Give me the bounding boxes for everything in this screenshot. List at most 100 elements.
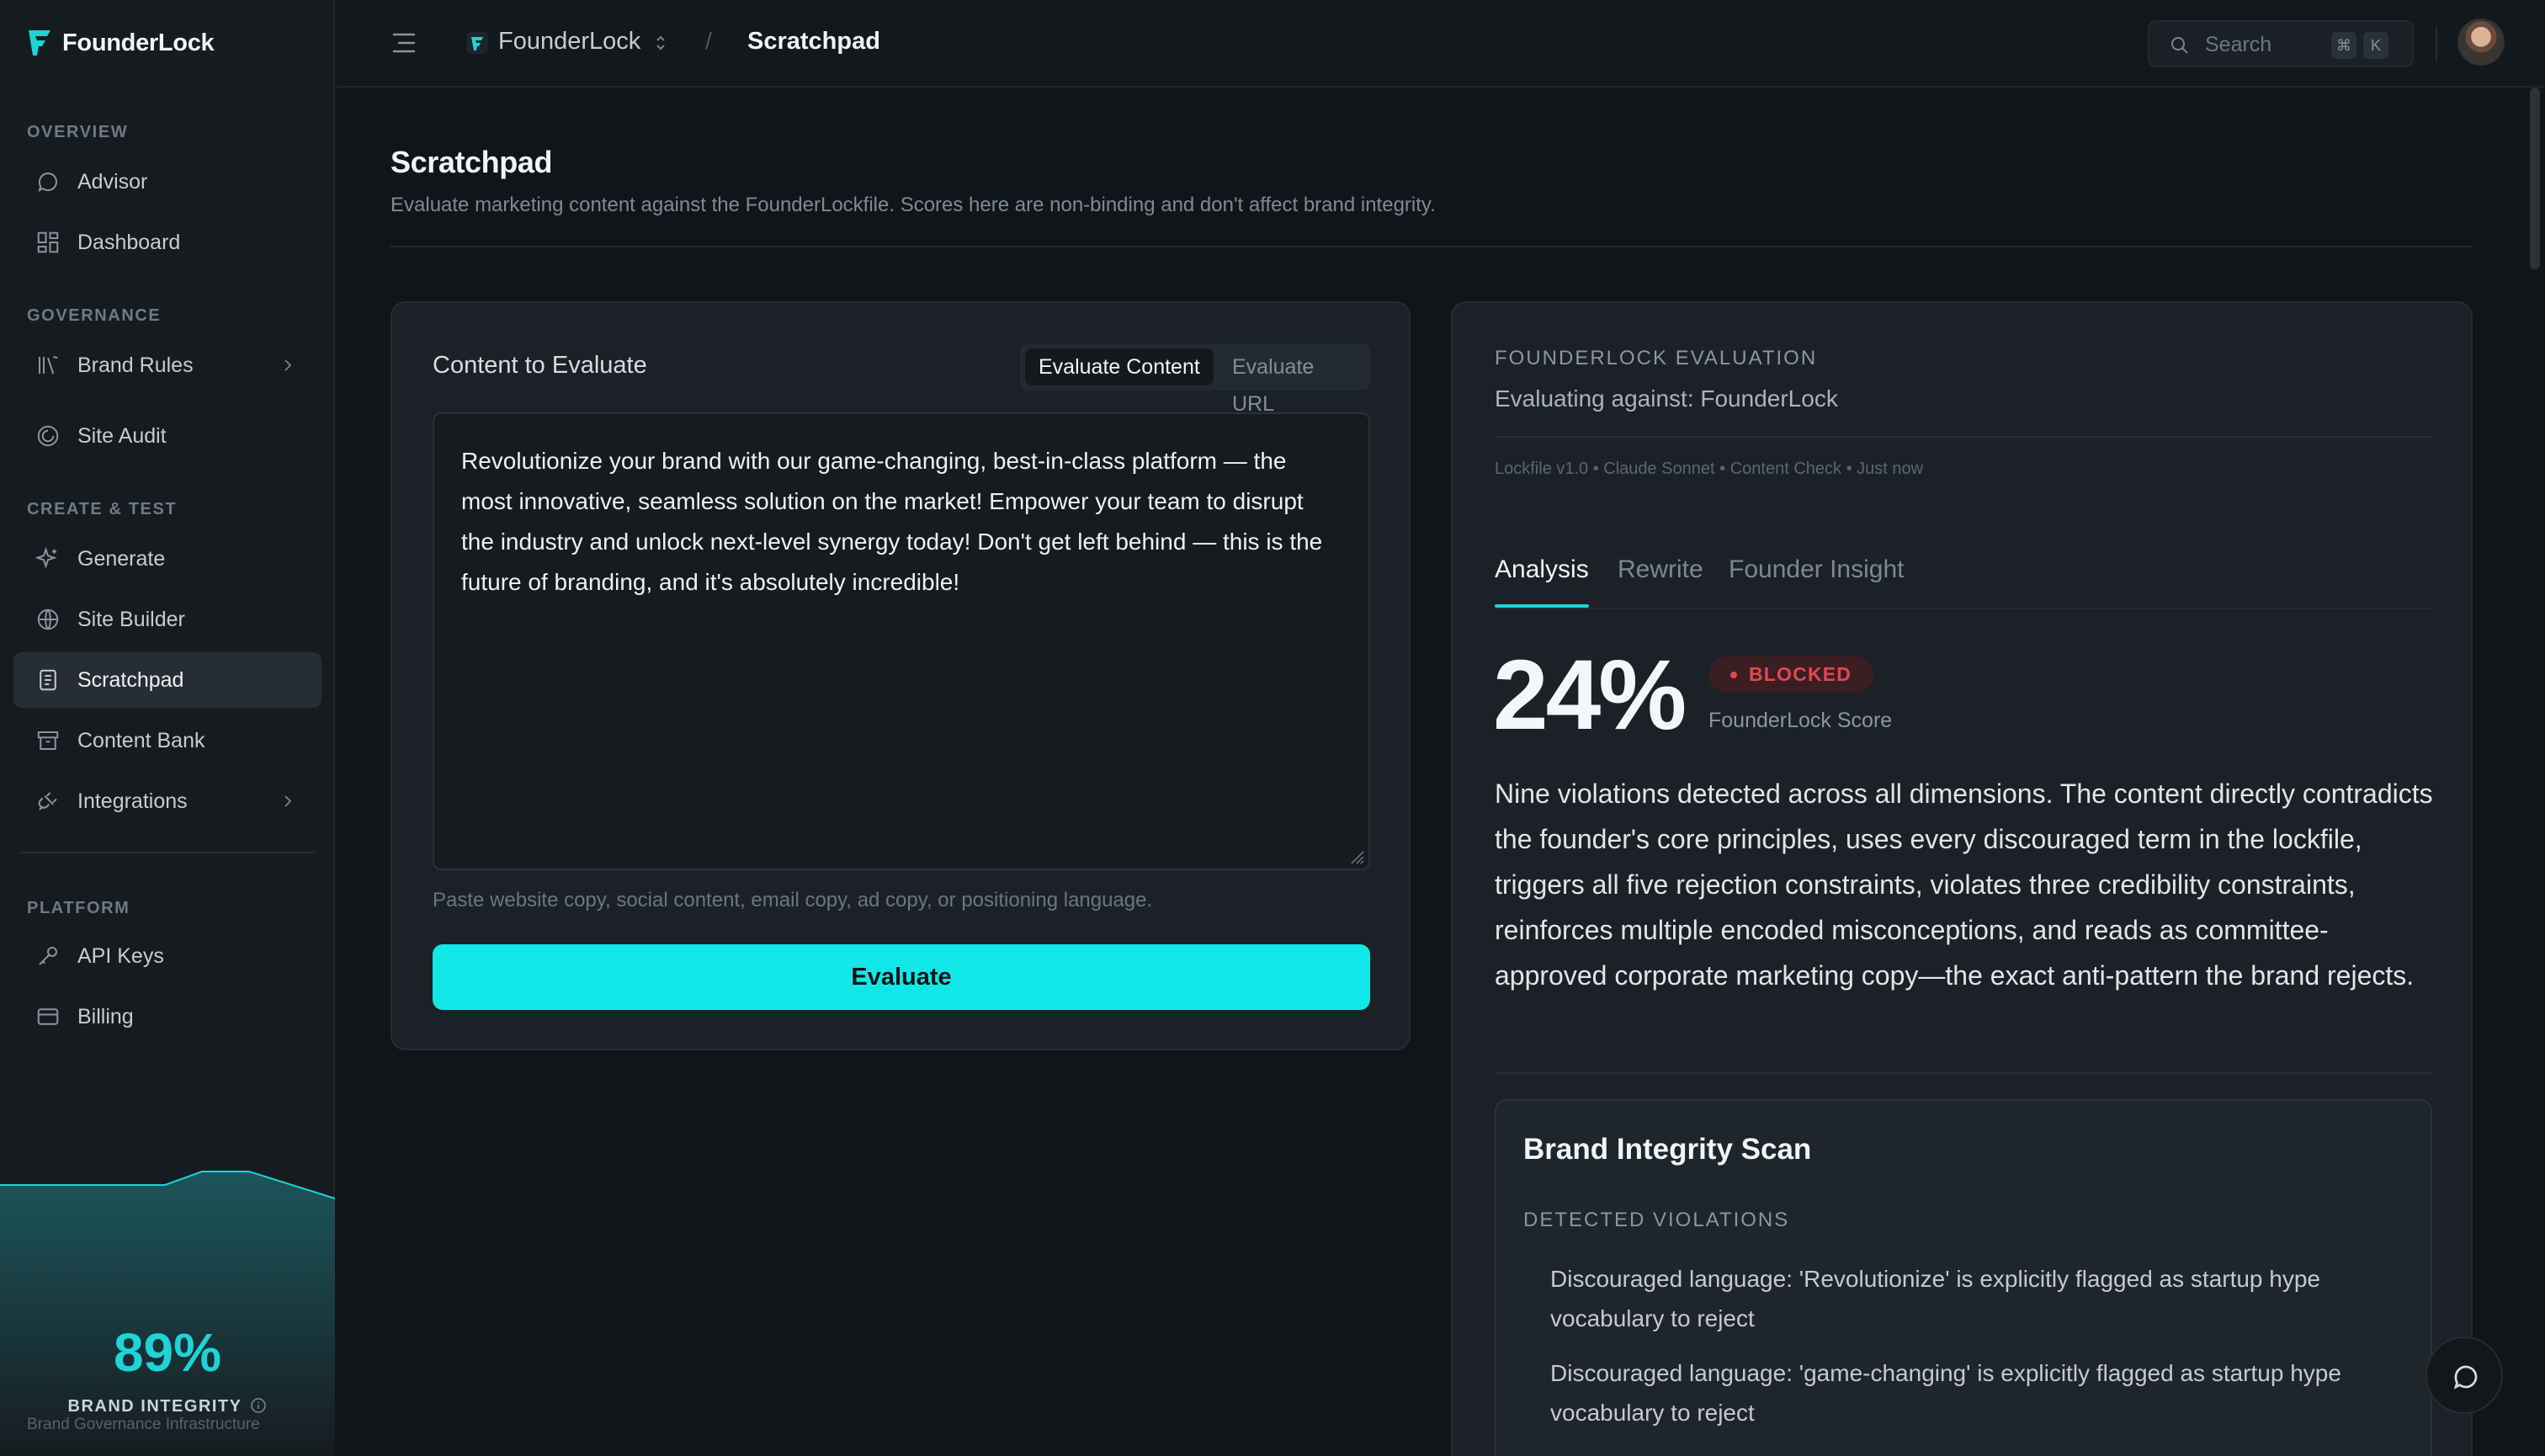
app-logo[interactable]: FounderLock [27,29,215,57]
evaluation-meta: Lockfile v1.0 • Claude Sonnet • Content … [1495,460,1924,478]
org-logo-icon [466,32,488,54]
section-label-create-test: CREATE & TEST [27,500,178,518]
sparkle-icon [35,546,57,569]
sidebar-item-scratchpad[interactable]: Scratchpad [13,652,321,708]
evaluate-button[interactable]: Evaluate [433,944,1370,1010]
founderlock-logo-icon [29,30,50,56]
info-icon[interactable] [250,1397,267,1414]
card-icon [37,1008,59,1025]
sidebar-item-dashboard[interactable]: Dashboard [13,215,321,270]
founderlock-score: 24% [1493,640,1687,751]
sidebar-divider [20,852,315,853]
sidebar-item-billing[interactable]: Billing [13,989,321,1044]
header-divider [391,246,2473,247]
section-label-platform: PLATFORM [27,899,130,917]
page-subtitle: Evaluate marketing content against the F… [391,194,1436,216]
page-title: Scratchpad [391,145,553,179]
grid-icon [37,231,59,253]
chevron-right-icon [284,359,292,371]
resize-handle-icon[interactable] [1347,847,1365,865]
sidebar-item-integrations[interactable]: Integrations [13,773,321,829]
top-bar: FounderLock / Scratchpad Search ⌘ K [337,0,2545,88]
breadcrumb-current-page: Scratchpad [747,28,880,55]
sidebar-item-label: Advisor [77,169,148,194]
sidebar-item-content-bank[interactable]: Content Bank [13,713,321,768]
section-label-governance: GOVERNANCE [27,306,162,325]
plug-icon [38,792,57,810]
content-card-title: Content to Evaluate [433,352,647,379]
section-label-overview: OVERVIEW [27,123,129,141]
content-text: Revolutionize your brand with our game-c… [461,448,1323,595]
sidebar-item-brand-rules[interactable]: Brand Rules [13,337,321,393]
chat-bubble-icon [2453,1365,2478,1390]
content-textarea[interactable]: Revolutionize your brand with our game-c… [433,412,1370,870]
sidebar-item-label: Integrations [77,789,188,813]
evaluation-summary: Nine violations detected across all dime… [1495,778,2433,991]
globe-icon [37,608,59,630]
tab-rewrite[interactable]: Rewrite [1618,555,1703,584]
sidebar-item-label: Billing [77,1004,134,1028]
chevron-up-down-icon[interactable] [653,32,668,54]
brand-integrity-scan: Brand Integrity Scan DETECTED VIOLATIONS… [1495,1099,2432,1456]
score-label: FounderLock Score [1708,709,1893,732]
scan-title: Brand Integrity Scan [1523,1133,1812,1166]
search-input[interactable]: Search ⌘ K [2148,20,2414,67]
list-item: Discouraged language: 'Revolutionize' is… [1550,1266,2321,1331]
chevron-right-icon [284,795,292,807]
evaluate-mode-toggle: Evaluate Content Evaluate URL [1020,343,1370,416]
summary-divider [1495,1072,2432,1074]
evaluation-eyebrow: FOUNDERLOCK EVALUATION [1495,347,1818,369]
tab-evaluate-url[interactable]: Evaluate URL [1219,348,1370,416]
integrity-label: BRAND INTEGRITY [0,1397,335,1416]
topbar-divider [2436,27,2437,61]
scrollbar[interactable] [2530,88,2540,269]
book-icon [39,356,58,375]
brand-integrity-widget[interactable]: 89% BRAND INTEGRITY Brand Governance Inf… [0,1170,335,1456]
tabs-divider [1495,608,2432,609]
sidebar-item-label: API Keys [77,943,164,968]
tab-founder-insight[interactable]: Founder Insight [1729,555,1904,584]
search-placeholder: Search [2205,33,2272,56]
scan-subtitle: DETECTED VIOLATIONS [1523,1209,1790,1231]
app-name: FounderLock [62,29,215,56]
sidebar-toggle-icon[interactable] [391,30,417,56]
sidebar-item-site-audit[interactable]: Site Audit [13,408,321,464]
org-switcher[interactable]: FounderLock [498,28,640,56]
integrity-score: 89% [113,1322,222,1383]
evaluation-card: FOUNDERLOCK EVALUATION Evaluating agains… [1451,301,2473,1456]
sidebar-item-advisor[interactable]: Advisor [13,154,321,210]
sidebar-footer: Brand Governance Infrastructure [27,1416,260,1433]
sidebar-item-label: Generate [77,546,166,571]
document-icon [40,669,56,691]
avatar[interactable] [2457,19,2505,66]
sidebar-item-site-builder[interactable]: Site Builder [13,592,321,647]
sidebar-item-label: Site Builder [77,607,185,631]
search-icon [2171,37,2188,54]
sidebar-item-label: Dashboard [77,230,181,254]
sidebar-item-label: Site Audit [77,423,167,448]
sidebar-item-label: Brand Rules [77,353,194,377]
target-icon [37,425,59,447]
chat-button[interactable] [2425,1336,2503,1414]
content-input-card: Content to Evaluate Evaluate Content Eva… [391,301,1411,1050]
shortcut-key-cmd: ⌘ [2331,32,2356,59]
sidebar: FounderLock OVERVIEW Advisor Dashboard G… [0,0,335,1456]
list-item: Discouraged language: 'game-changing' is… [1550,1360,2341,1426]
chat-bubble-icon [38,173,57,192]
tab-evaluate-content[interactable]: Evaluate Content [1025,348,1214,385]
key-icon [39,947,57,965]
breadcrumb-separator: / [705,28,712,54]
archive-icon [37,731,59,750]
tab-analysis[interactable]: Analysis [1495,555,1589,584]
content-hint: Paste website copy, social content, emai… [433,889,1153,911]
status-badge: BLOCKED [1708,656,1874,692]
sidebar-item-generate[interactable]: Generate [13,531,321,587]
evaluation-against: Evaluating against: FounderLock [1495,385,1838,412]
shortcut-key-k: K [2363,32,2388,59]
sidebar-item-label: Content Bank [77,728,205,752]
evaluation-divider [1495,436,2432,438]
sidebar-item-label: Scratchpad [77,667,184,692]
integrity-label-text: BRAND INTEGRITY [67,1397,242,1416]
sidebar-item-api-keys[interactable]: API Keys [13,928,321,984]
status-badge-text: BLOCKED [1749,663,1852,685]
